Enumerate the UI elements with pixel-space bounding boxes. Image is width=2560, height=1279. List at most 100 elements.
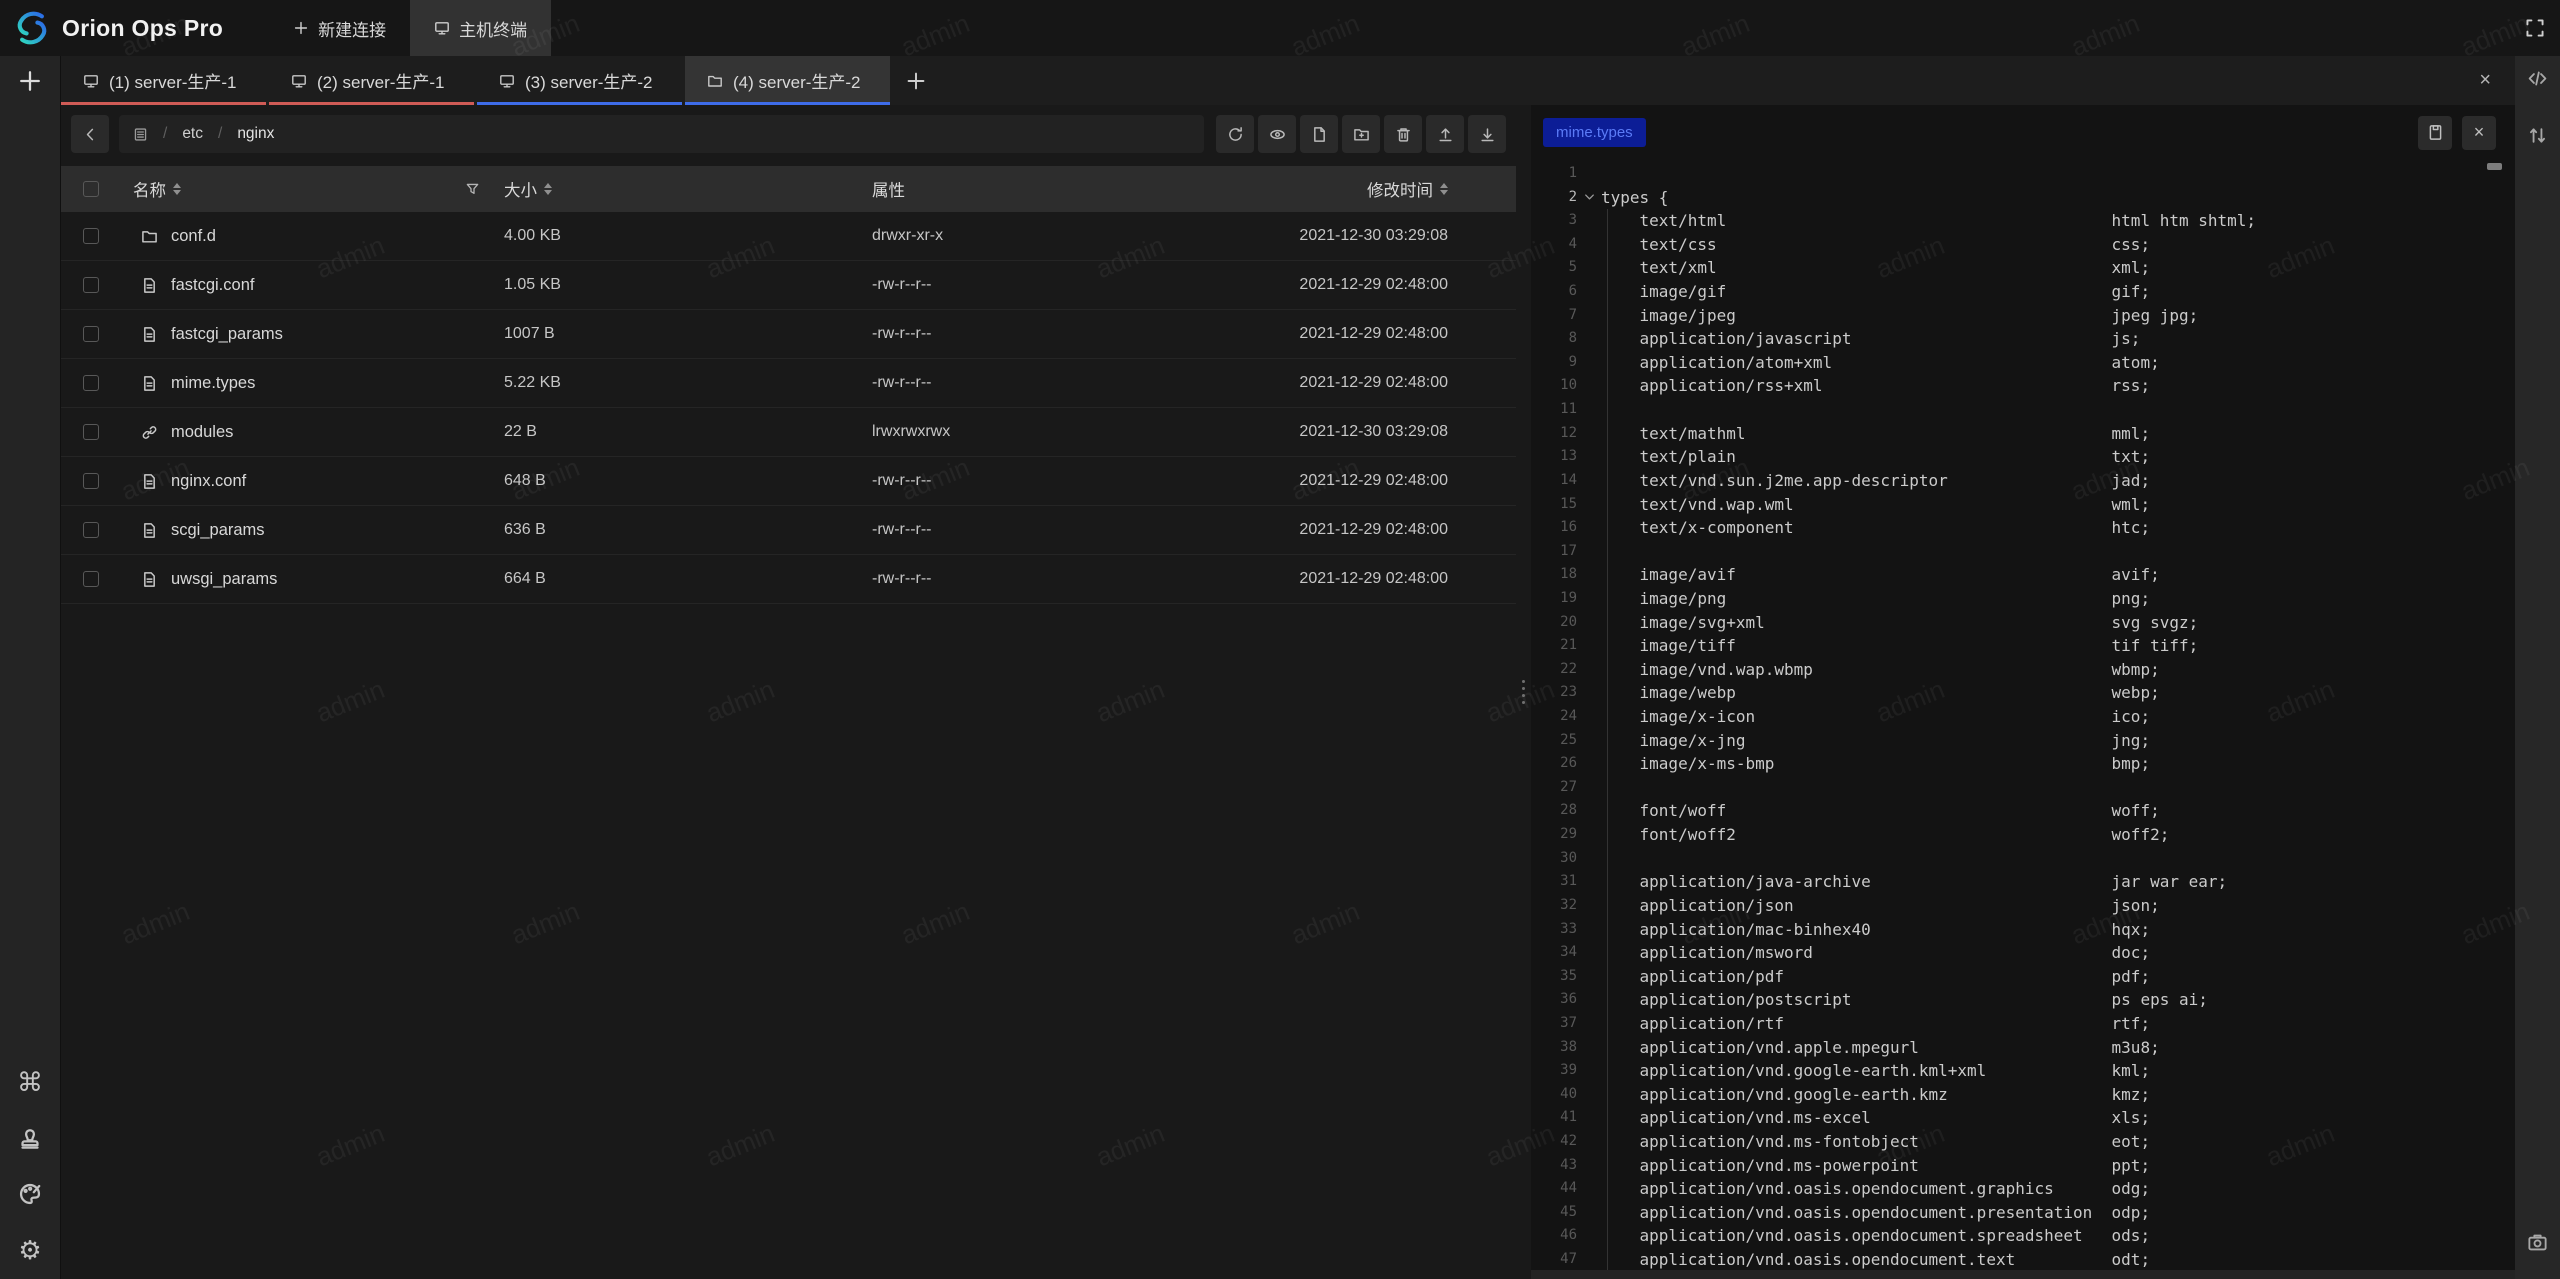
terminal-tab-1[interactable]: (1) server-生产-1 <box>61 56 266 105</box>
file-row-uwsgi_params[interactable]: uwsgi_params664 B-rw-r--r--2021-12-29 02… <box>61 555 1516 604</box>
editor-line[interactable]: 47 application/vnd.oasis.opendocument.te… <box>1531 1248 2515 1272</box>
editor-line[interactable]: 29 font/woff2 woff2; <box>1531 823 2515 847</box>
open-file-badge[interactable]: mime.types <box>1543 118 1646 147</box>
file-row-fastcgi_params[interactable]: fastcgi_params1007 B-rw-r--r--2021-12-29… <box>61 310 1516 359</box>
editor-line[interactable]: 20 image/svg+xml svg svgz; <box>1531 611 2515 635</box>
palette-icon[interactable] <box>17 1181 43 1207</box>
editor-line[interactable]: 40 application/vnd.google-earth.kmz kmz; <box>1531 1083 2515 1107</box>
editor-line[interactable]: 24 image/x-icon ico; <box>1531 705 2515 729</box>
refresh-button[interactable] <box>1216 115 1254 153</box>
terminal-tab-3[interactable]: (3) server-生产-2 <box>477 56 682 105</box>
breadcrumb-segment-nginx[interactable]: nginx <box>237 125 274 143</box>
sort-carets-icon[interactable] <box>1440 183 1448 195</box>
editor-line[interactable]: 4 text/css css; <box>1531 233 2515 257</box>
row-checkbox[interactable] <box>83 277 99 293</box>
editor-line[interactable]: 6 image/gif gif; <box>1531 280 2515 304</box>
editor-line[interactable]: 2types { <box>1531 186 2515 210</box>
menu-item-2[interactable]: 主机终端 <box>410 0 551 56</box>
editor-line[interactable]: 13 text/plain txt; <box>1531 445 2515 469</box>
file-row-scgi_params[interactable]: scgi_params636 B-rw-r--r--2021-12-29 02:… <box>61 506 1516 555</box>
editor-line[interactable]: 10 application/rss+xml rss; <box>1531 374 2515 398</box>
editor-line[interactable]: 35 application/pdf pdf; <box>1531 965 2515 989</box>
editor-line[interactable]: 11 <box>1531 398 2515 422</box>
editor-line[interactable]: 16 text/x-component htc; <box>1531 516 2515 540</box>
editor-line[interactable]: 41 application/vnd.ms-excel xls; <box>1531 1106 2515 1130</box>
editor-line[interactable]: 37 application/rtf rtf; <box>1531 1012 2515 1036</box>
new-tab-button[interactable] <box>17 68 43 94</box>
row-checkbox[interactable] <box>83 326 99 342</box>
sort-carets-icon[interactable] <box>544 183 552 195</box>
editor-line[interactable]: 17 <box>1531 540 2515 564</box>
editor-line[interactable]: 25 image/x-jng jng; <box>1531 729 2515 753</box>
row-checkbox[interactable] <box>83 375 99 391</box>
add-tab-button[interactable] <box>890 56 942 105</box>
file-row-modules[interactable]: modules22 Blrwxrwxrwx2021-12-30 03:29:08 <box>61 408 1516 457</box>
editor-scrollbar-track[interactable] <box>1531 1270 2515 1279</box>
menu-item-1[interactable]: 新建连接 <box>269 0 410 56</box>
file-row-mime.types[interactable]: mime.types5.22 KB-rw-r--r--2021-12-29 02… <box>61 359 1516 408</box>
editor-line[interactable]: 39 application/vnd.google-earth.kml+xml … <box>1531 1059 2515 1083</box>
editor-line[interactable]: 45 application/vnd.oasis.opendocument.pr… <box>1531 1201 2515 1225</box>
editor-line[interactable]: 15 text/vnd.wap.wml wml; <box>1531 493 2515 517</box>
breadcrumb[interactable]: / etc / nginx <box>119 115 1204 153</box>
new-folder-button[interactable] <box>1342 115 1380 153</box>
editor-line[interactable]: 7 image/jpeg jpeg jpg; <box>1531 304 2515 328</box>
filter-icon[interactable] <box>465 182 480 197</box>
sort-icon[interactable] <box>2527 125 2548 146</box>
row-checkbox[interactable] <box>83 424 99 440</box>
editor-line[interactable]: 46 application/vnd.oasis.opendocument.sp… <box>1531 1224 2515 1248</box>
editor-line[interactable]: 3 text/html html htm shtml; <box>1531 209 2515 233</box>
stamp-icon[interactable] <box>17 1125 43 1151</box>
preview-button[interactable] <box>1258 115 1296 153</box>
editor-line[interactable]: 34 application/msword doc; <box>1531 941 2515 965</box>
close-all-tabs-icon[interactable]: × <box>2479 69 2491 92</box>
editor-line[interactable]: 5 text/xml xml; <box>1531 256 2515 280</box>
editor-line[interactable]: 44 application/vnd.oasis.opendocument.gr… <box>1531 1177 2515 1201</box>
editor-line[interactable]: 14 text/vnd.sun.j2me.app-descriptor jad; <box>1531 469 2515 493</box>
settings-icon[interactable]: ⚙ <box>18 1237 41 1263</box>
editor-line[interactable]: 30 <box>1531 847 2515 871</box>
column-name-label[interactable]: 名称 <box>133 177 166 201</box>
file-row-fastcgi.conf[interactable]: fastcgi.conf1.05 KB-rw-r--r--2021-12-29 … <box>61 261 1516 310</box>
editor-line[interactable]: 32 application/json json; <box>1531 894 2515 918</box>
file-row-nginx.conf[interactable]: nginx.conf648 B-rw-r--r--2021-12-29 02:4… <box>61 457 1516 506</box>
file-row-conf.d[interactable]: conf.d4.00 KBdrwxr-xr-x2021-12-30 03:29:… <box>61 212 1516 261</box>
upload-button[interactable] <box>1426 115 1464 153</box>
fold-chevron-down-icon[interactable] <box>1577 192 1601 203</box>
editor-scrollbar-thumb[interactable] <box>2487 163 2502 170</box>
new-file-button[interactable] <box>1300 115 1338 153</box>
code-editor[interactable]: 12types {3 text/html html htm shtml;4 te… <box>1531 160 2515 1279</box>
sort-carets-icon[interactable] <box>173 183 181 195</box>
back-button[interactable] <box>71 115 109 153</box>
editor-line[interactable]: 28 font/woff woff; <box>1531 799 2515 823</box>
editor-line[interactable]: 19 image/png png; <box>1531 587 2515 611</box>
save-file-button[interactable] <box>2418 116 2452 150</box>
editor-line[interactable]: 26 image/x-ms-bmp bmp; <box>1531 752 2515 776</box>
code-icon[interactable] <box>2527 68 2548 89</box>
screenshot-icon[interactable] <box>2527 1232 2548 1253</box>
editor-line[interactable]: 1 <box>1531 162 2515 186</box>
row-checkbox[interactable] <box>83 522 99 538</box>
close-editor-button[interactable]: × <box>2462 116 2496 150</box>
panel-splitter[interactable] <box>1516 105 1531 1279</box>
editor-line[interactable]: 27 <box>1531 776 2515 800</box>
column-size-label[interactable]: 大小 <box>504 177 537 201</box>
editor-line[interactable]: 33 application/mac-binhex40 hqx; <box>1531 918 2515 942</box>
row-checkbox[interactable] <box>83 571 99 587</box>
row-checkbox[interactable] <box>83 473 99 489</box>
fullscreen-icon[interactable] <box>2524 17 2546 39</box>
editor-line[interactable]: 9 application/atom+xml atom; <box>1531 351 2515 375</box>
editor-line[interactable]: 38 application/vnd.apple.mpegurl m3u8; <box>1531 1036 2515 1060</box>
editor-line[interactable]: 18 image/avif avif; <box>1531 563 2515 587</box>
editor-line[interactable]: 43 application/vnd.ms-powerpoint ppt; <box>1531 1154 2515 1178</box>
column-mtime-label[interactable]: 修改时间 <box>1367 177 1433 201</box>
delete-button[interactable] <box>1384 115 1422 153</box>
terminal-tab-4[interactable]: (4) server-生产-2 <box>685 56 890 105</box>
editor-line[interactable]: 31 application/java-archive jar war ear; <box>1531 870 2515 894</box>
editor-line[interactable]: 42 application/vnd.ms-fontobject eot; <box>1531 1130 2515 1154</box>
editor-line[interactable]: 22 image/vnd.wap.wbmp wbmp; <box>1531 658 2515 682</box>
editor-line[interactable]: 23 image/webp webp; <box>1531 681 2515 705</box>
editor-line[interactable]: 8 application/javascript js; <box>1531 327 2515 351</box>
editor-line[interactable]: 21 image/tiff tif tiff; <box>1531 634 2515 658</box>
row-checkbox[interactable] <box>83 228 99 244</box>
